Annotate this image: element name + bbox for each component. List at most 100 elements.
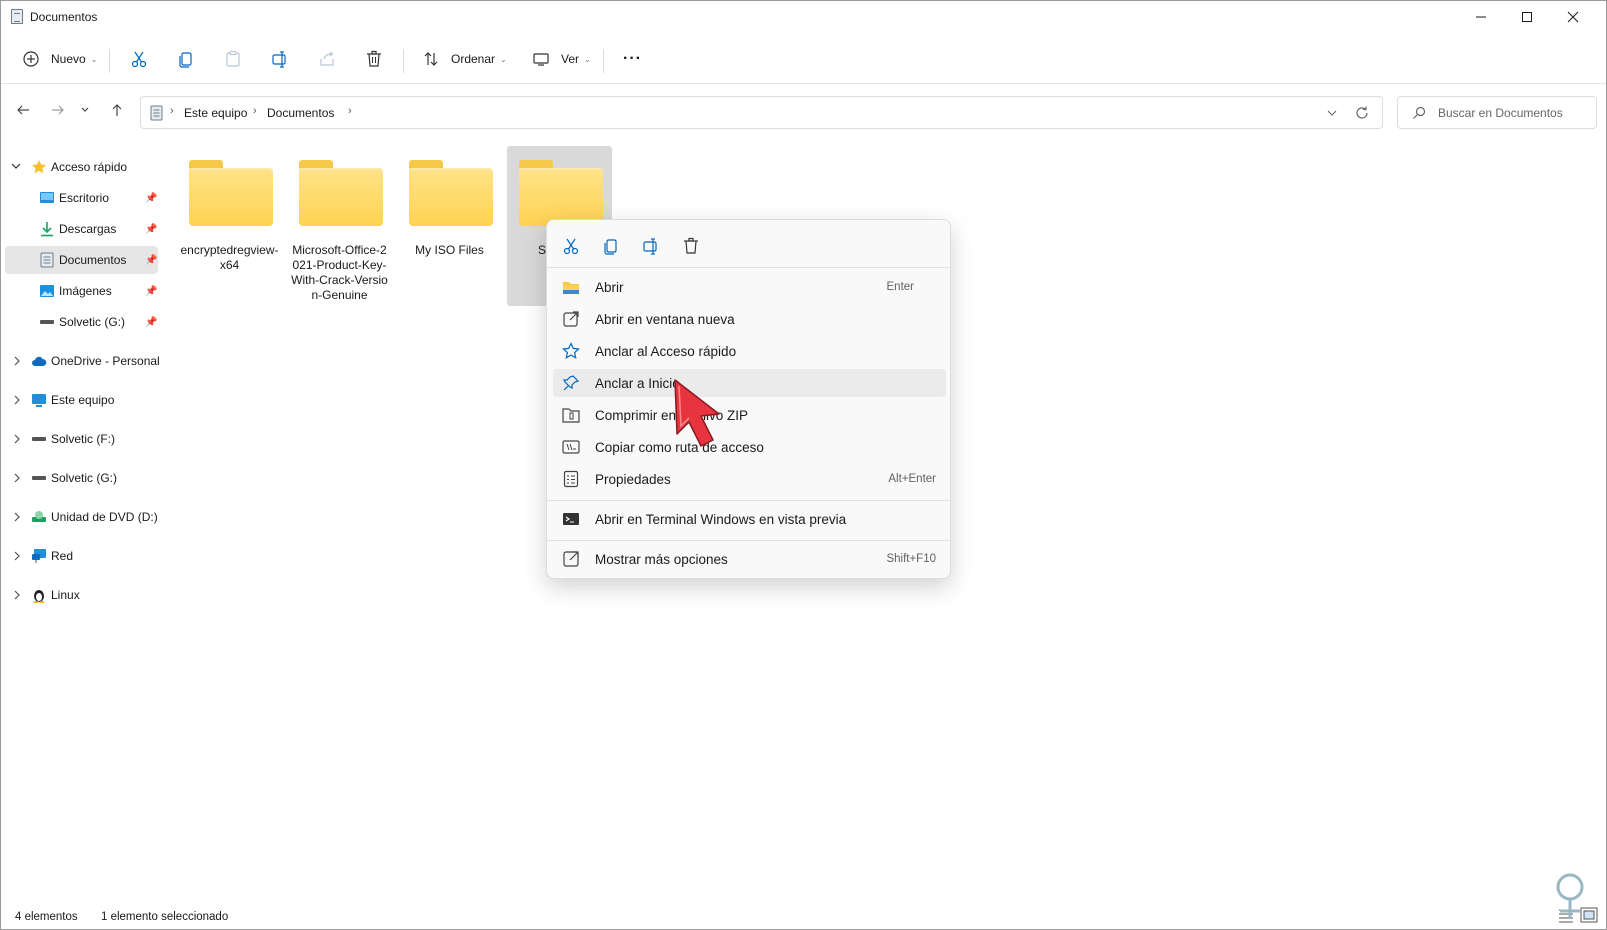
nav-imagenes[interactable]: Imágenes 📌 [5, 277, 158, 305]
maximize-icon [1522, 12, 1532, 22]
nav-descargas[interactable]: Descargas 📌 [5, 215, 158, 243]
scissors-icon [125, 45, 153, 73]
copy-button[interactable] [172, 39, 200, 79]
refresh-icon[interactable] [1354, 105, 1370, 121]
folder-icon [519, 160, 603, 226]
minimize-button[interactable] [1458, 1, 1504, 33]
nav-solvetic-f[interactable]: Solvetic (F:) [5, 425, 158, 453]
star-icon [32, 160, 46, 174]
linux-penguin-icon [33, 590, 45, 603]
chevron-down-icon [81, 107, 89, 112]
menu-item-anclar-inicio[interactable]: Anclar a Inicio [553, 369, 946, 397]
toolbar-separator [1, 83, 1606, 84]
view-button[interactable]: Ver ⌄ [527, 39, 591, 79]
share-button[interactable] [313, 39, 341, 79]
nav-label: Acceso rápido [51, 160, 128, 174]
nav-escritorio[interactable]: Escritorio 📌 [5, 184, 158, 212]
menu-item-abrir-ventana-nueva[interactable]: Abrir en ventana nueva [553, 305, 946, 333]
back-button[interactable] [10, 97, 36, 123]
nav-linux[interactable]: Linux [5, 581, 158, 609]
context-copy-button[interactable] [597, 232, 625, 260]
copy-icon [604, 239, 617, 255]
nav-dvd-drive[interactable]: Unidad de DVD (D:) [5, 503, 158, 531]
context-cut-button[interactable] [557, 232, 585, 260]
nav-este-equipo[interactable]: Este equipo [5, 386, 158, 414]
drive-icon [32, 437, 46, 441]
recent-locations-button[interactable] [76, 97, 94, 123]
context-menu: Abrir Enter Abrir en ventana nueva Ancla… [546, 219, 951, 579]
share-icon [313, 45, 341, 73]
menu-label: Mostrar más opciones [595, 551, 728, 567]
nav-documentos[interactable]: Documentos 📌 [5, 246, 158, 274]
watermark-logo-icon [1556, 873, 1584, 919]
file-explorer-window: Documentos Nuevo ⌄ Ordenar ⌄ Ver ⌄ ··· ›… [0, 0, 1607, 930]
folder-item[interactable]: encryptedregview-x64 [177, 146, 282, 306]
menu-item-abrir[interactable]: Abrir Enter [553, 273, 946, 301]
plus-circle-icon [17, 45, 45, 73]
rename-icon [643, 238, 657, 255]
menu-shortcut: Alt+Enter [888, 473, 936, 485]
context-rename-button[interactable] [637, 232, 665, 260]
more-options-button[interactable]: ··· [617, 39, 642, 79]
breadcrumb-este-equipo[interactable]: Este equipo [184, 106, 247, 120]
menu-shortcut: Enter [886, 281, 915, 293]
nav-solvetic-g-quick[interactable]: Solvetic (G:) 📌 [5, 308, 158, 336]
download-icon [41, 222, 53, 237]
up-button[interactable] [104, 97, 130, 123]
address-dropdown-icon[interactable] [1327, 108, 1337, 118]
toolbar-divider [403, 49, 404, 73]
chevron-right-icon [14, 551, 20, 561]
maximize-button[interactable] [1504, 1, 1550, 33]
toolbar-divider [603, 49, 604, 73]
paste-button[interactable] [219, 39, 247, 79]
menu-item-mas-opciones[interactable]: Mostrar más opciones Shift+F10 [553, 545, 946, 573]
nav-label: Escritorio [59, 191, 110, 205]
nav-label: Imágenes [59, 284, 112, 298]
menu-item-propiedades[interactable]: Propiedades Alt+Enter [553, 465, 946, 493]
cut-button[interactable] [125, 39, 153, 79]
more-options-icon [562, 550, 580, 568]
pin-icon [562, 374, 580, 392]
nav-label: Red [51, 549, 74, 563]
status-item-count: 4 elementos [15, 911, 78, 923]
breadcrumb-documentos[interactable]: Documentos [267, 106, 334, 120]
folder-item[interactable]: Microsoft-Office-2021-Product-Key-With-C… [287, 146, 392, 306]
menu-divider [547, 267, 950, 268]
nav-solvetic-g[interactable]: Solvetic (G:) [5, 464, 158, 492]
status-selection: 1 elemento seleccionado [101, 911, 229, 923]
folder-name: encryptedregview-x64 [180, 243, 279, 272]
forward-button[interactable] [45, 97, 71, 123]
nav-onedrive[interactable]: OneDrive - Personal [5, 347, 160, 375]
close-button[interactable] [1550, 1, 1596, 33]
rename-button[interactable] [266, 39, 294, 79]
menu-label: Anclar al Acceso rápido [595, 343, 737, 359]
folder-name: Microsoft-Office-2021-Product-Key-With-C… [291, 243, 388, 302]
nav-quick-access[interactable]: Acceso rápido [5, 153, 158, 181]
context-delete-button[interactable] [677, 232, 705, 260]
new-button[interactable]: Nuevo ⌄ [17, 39, 97, 79]
paste-icon [219, 45, 247, 73]
monitor-icon [527, 45, 555, 73]
menu-item-terminal[interactable]: Abrir en Terminal Windows en vista previ… [553, 505, 946, 533]
chevron-right-icon [14, 395, 20, 405]
documents-icon [40, 252, 54, 268]
chevron-right-icon [14, 590, 20, 600]
nav-label: Solvetic (G:) [59, 315, 126, 329]
menu-label: Propiedades [595, 471, 671, 487]
copy-path-icon [562, 438, 580, 456]
search-input[interactable]: Buscar en Documentos [1438, 106, 1563, 120]
network-icon [32, 549, 46, 563]
menu-item-comprimir-zip[interactable]: Comprimir en archivo ZIP [553, 401, 946, 429]
address-bar[interactable]: › Este equipo › Documentos › [140, 96, 1383, 129]
sort-button[interactable]: Ordenar ⌄ [417, 39, 507, 79]
menu-item-anclar-acceso-rapido[interactable]: Anclar al Acceso rápido [553, 337, 946, 365]
trash-icon [360, 45, 388, 73]
folder-icon [299, 160, 383, 226]
folder-item[interactable]: My ISO Files [397, 146, 502, 306]
nav-red[interactable]: Red [5, 542, 158, 570]
delete-button[interactable] [360, 39, 388, 79]
pin-icon: 📌 [145, 254, 158, 266]
view-label: Ver [561, 52, 580, 66]
search-box[interactable]: Buscar en Documentos [1397, 96, 1597, 129]
menu-item-copiar-ruta[interactable]: Copiar como ruta de acceso [553, 433, 946, 461]
